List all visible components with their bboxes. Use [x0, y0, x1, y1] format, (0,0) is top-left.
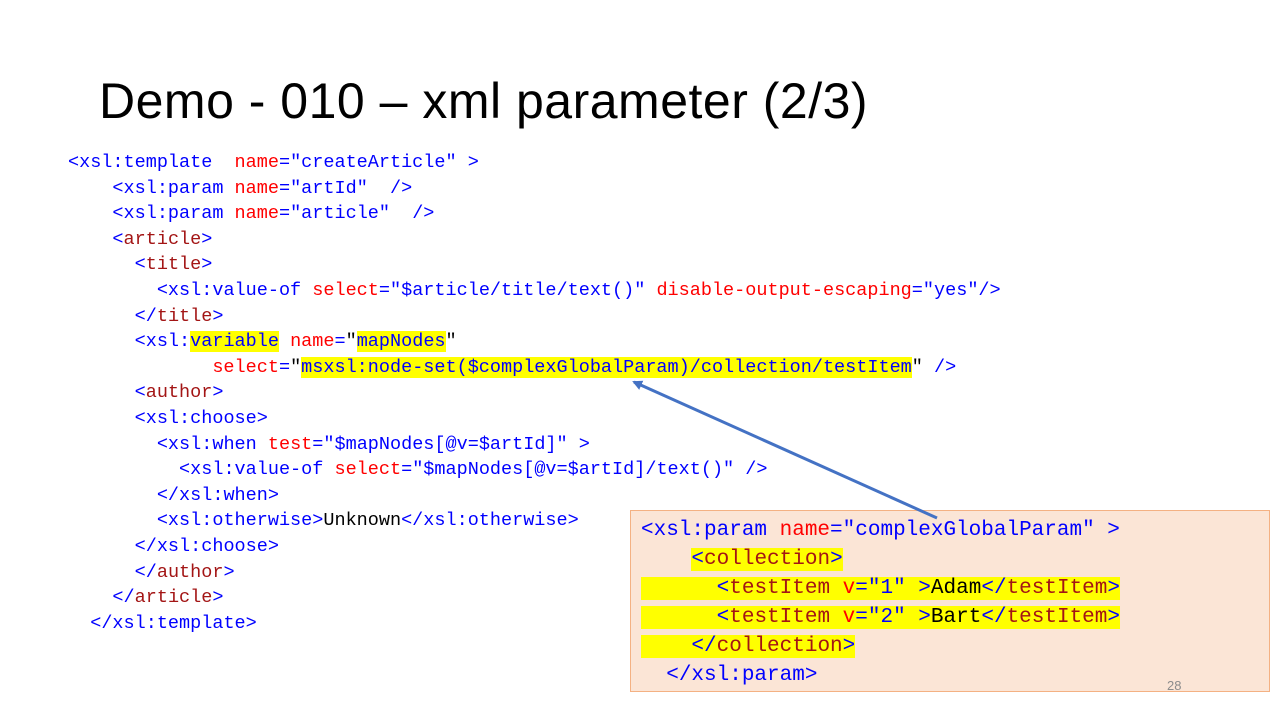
- highlighted-variable-keyword: variable: [190, 331, 279, 353]
- code-line: <xsl:param name="article" />: [112, 203, 435, 225]
- highlighted-variable-name: mapNodes: [356, 331, 446, 353]
- callout-line: <testItem v="2" >Bart</testItem>: [641, 603, 1120, 632]
- callout-line: <collection>: [641, 545, 1120, 574]
- code-line: <author>: [134, 382, 224, 404]
- highlighted-test-item-1: <testItem v="1" >Adam</testItem>: [641, 577, 1120, 600]
- code-line: <xsl:when test="$mapNodes[@v=$artId]" >: [156, 433, 590, 455]
- page-number: 28: [1167, 678, 1182, 693]
- slide-title: Demo - 010 – xml parameter (2/3): [99, 73, 869, 129]
- code-line: <xsl:choose>: [134, 407, 268, 429]
- callout-line: </xsl:param>: [666, 664, 818, 687]
- highlighted-select-expression: msxsl:node-set($complexGlobalParam)/coll…: [301, 356, 912, 378]
- callout-line: <xsl:param name="complexGlobalParam" >: [641, 519, 1120, 542]
- code-line: </title>: [134, 305, 224, 327]
- slide: Demo - 010 – xml parameter (2/3) <xsl:te…: [0, 0, 1280, 720]
- callout-line: </collection>: [641, 632, 1120, 661]
- code-line: select="msxsl:node-set($complexGlobalPar…: [212, 356, 957, 378]
- code-line: <xsl:value-of select="$mapNodes[@v=$artI…: [179, 459, 768, 481]
- code-line: <article>: [112, 228, 213, 250]
- xml-param-callout: <xsl:param name="complexGlobalParam" > <…: [630, 510, 1270, 692]
- highlighted-test-item-2: <testItem v="2" >Bart</testItem>: [641, 606, 1120, 629]
- highlighted-collection-close: </collection>: [641, 635, 856, 658]
- code-line: <xsl:variable name="mapNodes": [134, 331, 457, 353]
- code-line: <title>: [134, 254, 213, 276]
- callout-line: <testItem v="1" >Adam</testItem>: [641, 574, 1120, 603]
- code-line: </xsl:when>: [156, 484, 279, 506]
- code-line: <xsl:template name="createArticle" >: [68, 152, 479, 173]
- highlighted-collection-open: <collection>: [691, 548, 843, 571]
- code-line: <xsl:param name="artId" />: [112, 177, 413, 199]
- callout-code-block: <xsl:param name="complexGlobalParam" > <…: [641, 516, 1120, 690]
- code-line: <xsl:value-of select="$article/title/tex…: [156, 279, 1001, 301]
